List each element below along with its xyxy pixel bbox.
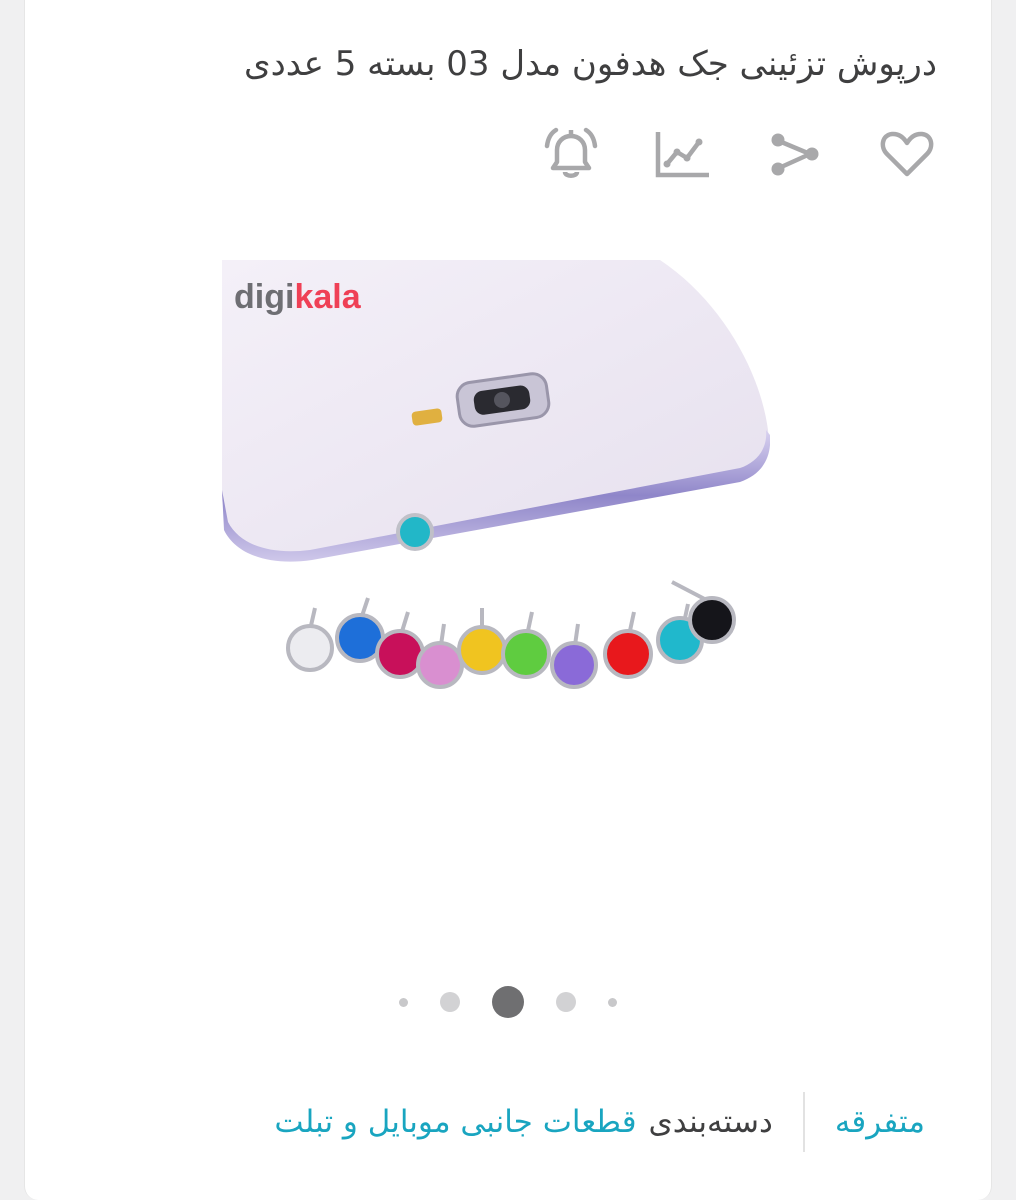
category-link[interactable]: قطعات جانبی موبایل و تبلت — [274, 1104, 636, 1140]
pagination-dot[interactable] — [608, 997, 617, 1007]
price-chart-button[interactable] — [653, 122, 713, 186]
product-image[interactable]: digikala — [200, 260, 770, 710]
gallery-pagination — [25, 986, 991, 1018]
heart-icon — [880, 131, 934, 177]
product-meta: متفرقه دسته‌بندی قطعات جانبی موبایل و تب… — [274, 1092, 925, 1152]
share-button[interactable] — [765, 122, 825, 186]
product-photo: digikala — [222, 260, 770, 689]
share-icon — [771, 133, 819, 176]
category-label: دسته‌بندی — [648, 1104, 773, 1140]
product-actions — [541, 122, 937, 186]
product-title: درپوش تزئینی جک هدفون مدل 03 بسته 5 عددی — [244, 44, 937, 84]
watermark-digi: digi — [234, 278, 294, 316]
bell-icon — [544, 127, 598, 178]
meta-divider — [802, 1092, 805, 1152]
svg-text:digikala: digikala — [234, 278, 362, 316]
watermark-kala: kala — [294, 278, 361, 316]
pagination-dot[interactable] — [440, 992, 460, 1012]
notify-button[interactable] — [541, 122, 601, 186]
product-card: درپوش تزئینی جک هدفون مدل 03 بسته 5 عددی — [24, 0, 992, 1200]
pagination-dot[interactable] — [399, 997, 408, 1007]
pagination-dot-active[interactable] — [492, 986, 524, 1018]
category-row: دسته‌بندی قطعات جانبی موبایل و تبلت — [274, 1104, 772, 1140]
favorite-button[interactable] — [877, 122, 937, 186]
brand-link[interactable]: متفرقه — [835, 1104, 925, 1140]
pagination-dot[interactable] — [556, 992, 576, 1012]
chart-icon — [655, 132, 709, 178]
